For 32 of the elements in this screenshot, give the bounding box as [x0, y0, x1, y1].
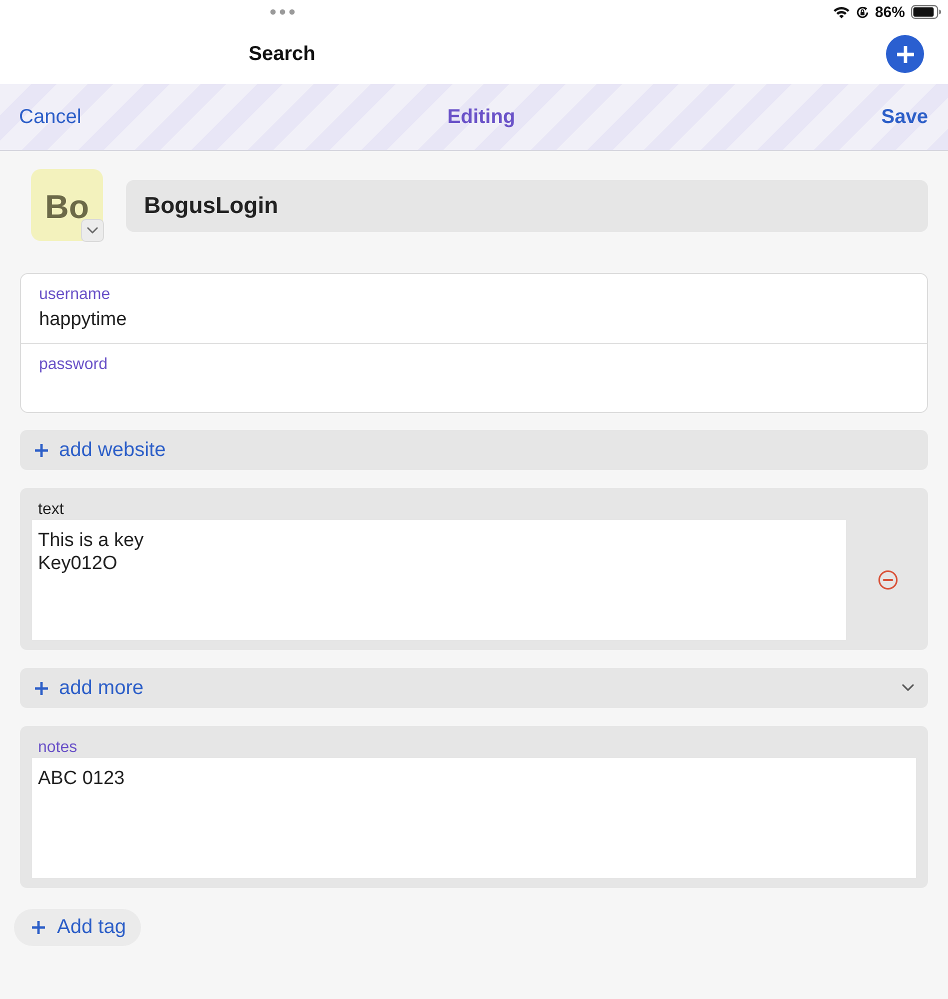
- chevron-down-icon: [902, 684, 914, 692]
- battery-percentage: 86%: [874, 4, 905, 20]
- save-button[interactable]: Save: [881, 106, 928, 128]
- field-label: username: [39, 286, 110, 304]
- credential-field[interactable]: password: [21, 343, 927, 412]
- plus-icon: [896, 46, 914, 62]
- add-tag-button[interactable]: Add tag: [14, 909, 141, 946]
- remove-button[interactable]: [878, 570, 898, 590]
- battery-icon: [911, 5, 941, 19]
- item-avatar[interactable]: Bo: [31, 169, 103, 241]
- credential-field[interactable]: username happytime: [21, 274, 927, 343]
- add-more-button[interactable]: add more: [20, 668, 928, 708]
- plus-icon: [35, 444, 48, 456]
- chevron-down-icon: [87, 227, 98, 234]
- avatar-menu-button[interactable]: [81, 219, 104, 242]
- add-button[interactable]: [886, 35, 924, 73]
- cancel-button[interactable]: Cancel: [19, 106, 82, 128]
- wifi-icon: [832, 6, 850, 18]
- name-field[interactable]: BogusLogin: [126, 180, 928, 232]
- more-dots-icon[interactable]: [270, 9, 294, 15]
- field-label: notes: [38, 739, 78, 757]
- rotation-lock-icon: [856, 6, 869, 18]
- text-area-field[interactable]: This is a key Key012O: [32, 520, 846, 640]
- field-label: password: [39, 356, 108, 374]
- minus-circle-icon: [878, 570, 898, 590]
- field-label: text: [38, 501, 64, 519]
- plus-icon: [35, 682, 48, 694]
- plus-icon: [32, 921, 45, 934]
- notes-field[interactable]: ABC 0123: [32, 758, 916, 878]
- add-website-button[interactable]: add website: [20, 430, 928, 470]
- nav-title: Search: [248, 42, 316, 66]
- toolbar-title: Editing: [446, 106, 516, 128]
